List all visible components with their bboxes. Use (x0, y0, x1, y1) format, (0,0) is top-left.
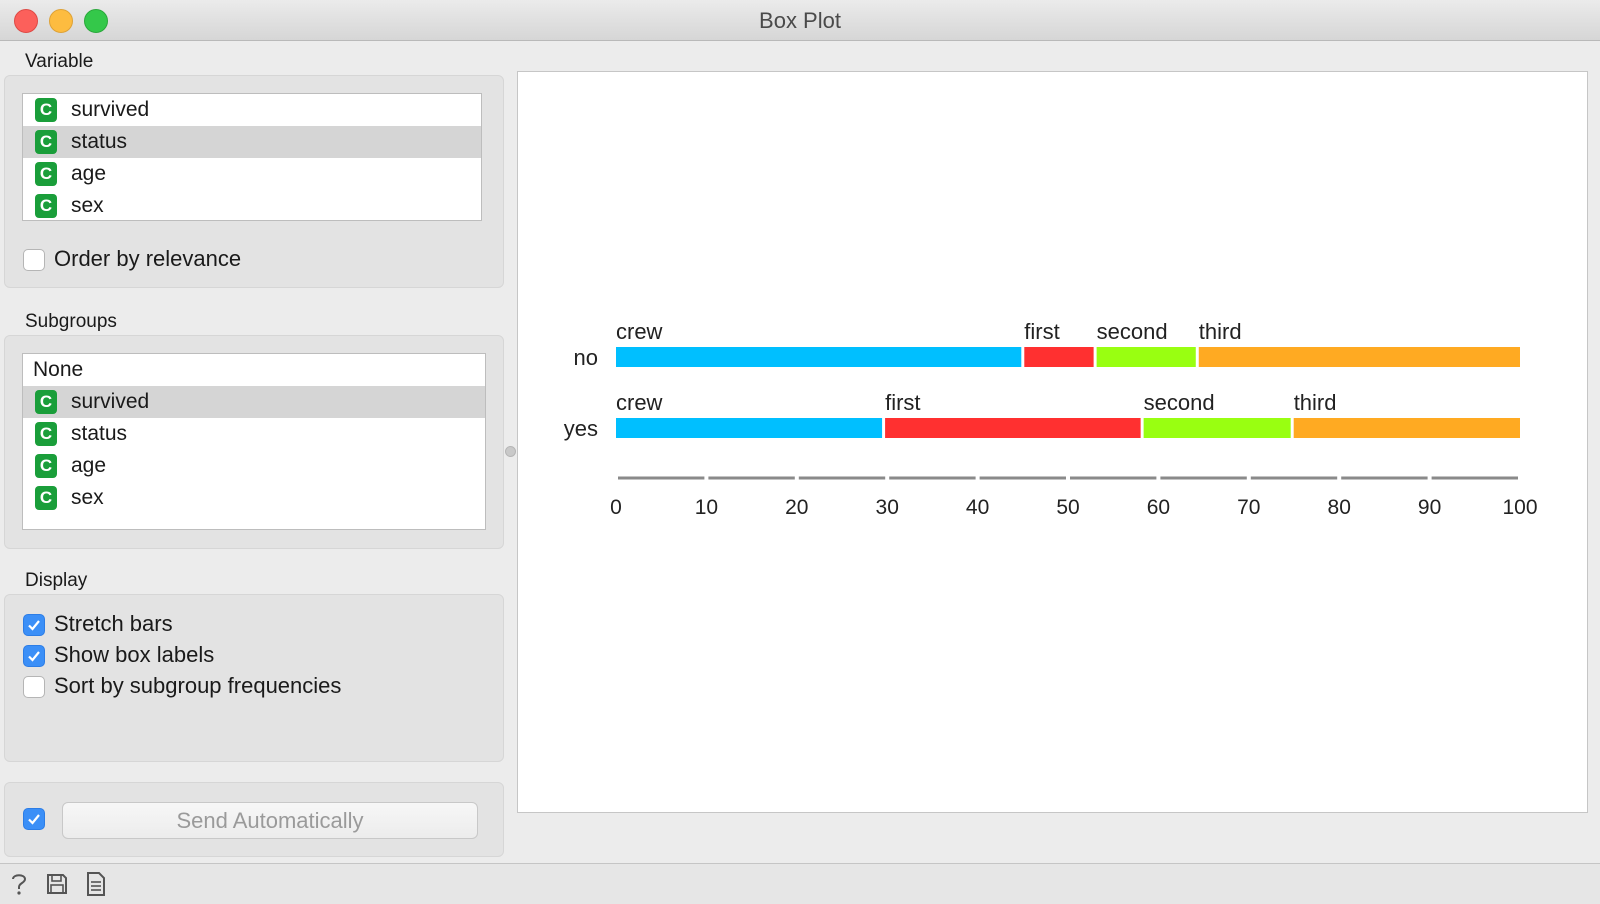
variable-section-label: Variable (25, 51, 94, 72)
x-tick-label: 80 (1328, 496, 1351, 519)
save-icon[interactable] (44, 870, 70, 898)
subgroup-item-sex[interactable]: Csex (23, 482, 485, 514)
x-tick-label: 50 (1056, 496, 1079, 519)
row-label: yes (564, 416, 598, 441)
bar-segment-crew (616, 347, 1022, 367)
x-tick-label: 40 (966, 496, 989, 519)
display-section-label: Display (25, 570, 88, 591)
x-tick-label: 100 (1502, 496, 1537, 519)
subgroups-list[interactable]: None Csurvived Cstatus Cage Csex (22, 353, 486, 530)
variable-item-status[interactable]: Cstatus (23, 126, 481, 158)
show-box-labels-label: Show box labels (54, 642, 215, 667)
variable-item-label: age (71, 162, 107, 185)
subgroup-item-label: survived (71, 390, 150, 413)
row-label: no (574, 345, 598, 370)
x-tick-label: 30 (876, 496, 899, 519)
segment-label: first (1024, 319, 1059, 344)
categorical-variable-icon: C (35, 486, 57, 510)
segment-label: second (1144, 390, 1215, 415)
x-tick-label: 60 (1147, 496, 1170, 519)
sort-by-subgroup-frequencies-checkbox[interactable] (23, 676, 45, 698)
order-by-relevance-label: Order by relevance (54, 246, 242, 271)
bar-segment-crew (616, 418, 883, 438)
segment-label: third (1294, 390, 1337, 415)
sort-by-subgroup-frequencies-label: Sort by subgroup frequencies (54, 673, 342, 698)
x-tick-label: 0 (610, 496, 622, 519)
subgroup-none-label: None (33, 358, 84, 381)
x-tick-label: 70 (1237, 496, 1260, 519)
segment-label: third (1199, 319, 1242, 344)
categorical-variable-icon: C (35, 422, 57, 446)
box-plot-area: no crew first second third yes crew first second… (517, 71, 1588, 813)
bar-segment-third (1198, 347, 1520, 367)
splitter-handle[interactable] (505, 446, 516, 457)
segment-label: first (885, 390, 920, 415)
subgroup-item-label: sex (71, 486, 104, 509)
categorical-variable-icon: C (35, 390, 57, 414)
bar-segment-third (1293, 418, 1520, 438)
stretch-bars-label: Stretch bars (54, 611, 173, 636)
send-automatically-button[interactable]: Send Automatically (62, 802, 478, 839)
stretch-bars-checkbox[interactable] (23, 614, 45, 636)
send-automatically-checkbox[interactable] (23, 808, 45, 830)
variable-item-label: survived (71, 98, 150, 121)
bar-segment-first (885, 418, 1141, 438)
categorical-variable-icon: C (35, 130, 57, 154)
categorical-variable-icon: C (35, 454, 57, 478)
subgroup-item-label: status (71, 422, 128, 445)
subgroup-item-age[interactable]: Cage (23, 450, 485, 482)
x-tick-label: 90 (1418, 496, 1441, 519)
bar-segment-second (1096, 347, 1196, 367)
status-bar (0, 863, 1600, 904)
segment-label: second (1097, 319, 1168, 344)
variable-item-survived[interactable]: Csurvived (23, 94, 481, 126)
segment-label: crew (616, 319, 663, 344)
variable-item-label: sex (71, 194, 104, 217)
categorical-variable-icon: C (35, 194, 57, 218)
variable-list[interactable]: Csurvived Cstatus Cage Csex (22, 93, 482, 221)
title-bar: Box Plot (0, 0, 1600, 41)
x-tick-label: 10 (695, 496, 718, 519)
order-by-relevance-checkbox[interactable] (23, 249, 45, 271)
bar-segment-first (1024, 347, 1094, 367)
categorical-variable-icon: C (35, 98, 57, 122)
subgroup-item-status[interactable]: Cstatus (23, 418, 485, 450)
variable-item-sex[interactable]: Csex (23, 190, 481, 220)
report-icon[interactable] (83, 870, 109, 898)
subgroup-none-item[interactable]: None (23, 354, 485, 386)
box-plot-chart: nocrew first second thirdyescrew first second… (564, 319, 1538, 519)
x-tick-label: 20 (785, 496, 808, 519)
subgroup-item-survived[interactable]: Csurvived (23, 386, 485, 418)
help-icon[interactable] (6, 870, 32, 898)
bar-segment-second (1143, 418, 1291, 438)
subgroups-section-label: Subgroups (25, 311, 117, 332)
variable-item-age[interactable]: Cage (23, 158, 481, 190)
categorical-variable-icon: C (35, 162, 57, 186)
segment-label: crew (616, 390, 663, 415)
subgroup-item-label: age (71, 454, 107, 477)
variable-item-label: status (71, 130, 128, 153)
window-title: Box Plot (759, 8, 841, 33)
show-box-labels-checkbox[interactable] (23, 645, 45, 667)
